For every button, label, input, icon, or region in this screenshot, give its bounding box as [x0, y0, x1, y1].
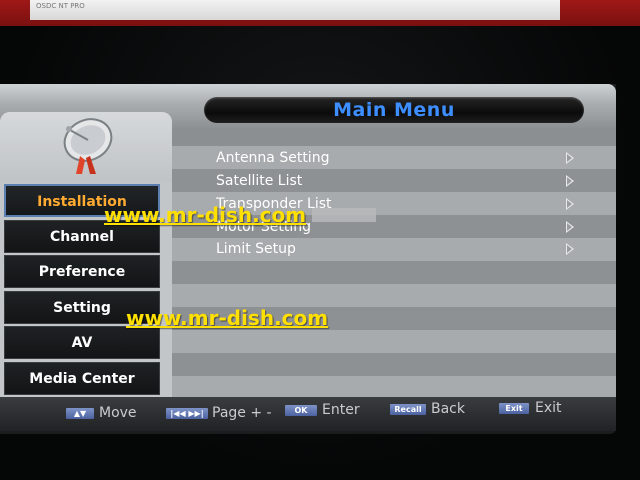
- help-back-label: Back: [431, 401, 465, 417]
- top-strip: OSDC NT PRO: [0, 0, 640, 26]
- submenu-item-label: Antenna Setting: [216, 150, 330, 166]
- help-move-label: Move: [99, 405, 137, 421]
- chevron-right-icon: [566, 175, 574, 187]
- tv-photo: OSDC NT PRO Main Menu Antenna Setting Sa…: [0, 0, 640, 480]
- submenu-stripe: [172, 261, 616, 284]
- submenu-item-label: Limit Setup: [216, 241, 296, 257]
- submenu-item-label: Satellite List: [216, 173, 303, 189]
- submenu-item-satellite-list[interactable]: Satellite List: [216, 170, 596, 192]
- watermark-text: www.mr-dish.com: [104, 203, 307, 227]
- chevron-right-icon: [566, 243, 574, 255]
- sticker-paper: OSDC NT PRO: [30, 0, 560, 20]
- sidebar-item-media-center[interactable]: Media Center: [4, 362, 160, 395]
- sidebar-item-av[interactable]: AV: [4, 326, 160, 359]
- submenu-stripe: [172, 353, 616, 376]
- sticker-text: OSDC NT PRO: [36, 2, 85, 10]
- move-key-icon: ▲▼: [66, 408, 94, 419]
- help-exit-label: Exit: [535, 400, 562, 416]
- help-page-label: Page + -: [212, 405, 272, 421]
- chevron-right-icon: [566, 221, 574, 233]
- page-title: Main Menu: [333, 99, 455, 121]
- submenu-stripe: [172, 376, 616, 399]
- chevron-right-icon: [566, 152, 574, 164]
- submenu-item-limit-setup[interactable]: Limit Setup: [216, 238, 596, 260]
- submenu-stripe: [172, 284, 616, 307]
- screen-glitch-bar: [312, 208, 376, 222]
- exit-key-icon: Exit: [499, 403, 529, 414]
- satellite-dish-icon: [63, 118, 113, 174]
- sidebar-item-preference[interactable]: Preference: [4, 255, 160, 288]
- submenu-stripe: [172, 330, 616, 353]
- recall-key-icon: Recall: [390, 404, 426, 415]
- submenu-item-antenna-setting[interactable]: Antenna Setting: [216, 147, 596, 169]
- chevron-right-icon: [566, 198, 574, 210]
- watermark-text: www.mr-dish.com: [126, 306, 329, 330]
- ok-key-icon: OK: [285, 405, 317, 416]
- page-key-icon: |◀◀ ▶▶|: [166, 408, 208, 419]
- help-enter-label: Enter: [322, 402, 360, 418]
